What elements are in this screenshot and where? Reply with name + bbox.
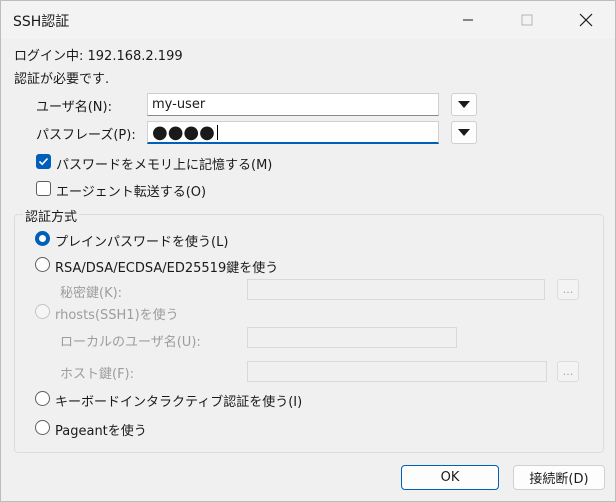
public-key-radio[interactable] <box>35 257 50 272</box>
ssh-auth-dialog: SSH認証 ログイン中: 192.168.2.199 認証が必要です. ユーザ名… <box>0 0 616 502</box>
triangle-down-icon <box>458 100 470 108</box>
keyboard-interactive-label[interactable]: キーボードインタラクティブ認証を使う(I) <box>55 391 302 410</box>
close-button[interactable] <box>563 1 609 39</box>
plain-password-radio[interactable] <box>35 231 50 246</box>
pageant-radio[interactable] <box>35 420 50 435</box>
auth-method-group-label: 認証方式 <box>23 206 80 225</box>
checkmark-icon <box>38 157 49 166</box>
username-label: ユーザ名(N): <box>36 100 112 115</box>
remember-password-checkbox[interactable] <box>36 154 51 169</box>
local-user-input <box>247 327 457 348</box>
rhosts-radio <box>35 304 50 319</box>
private-key-browse-button: ... <box>557 279 579 300</box>
rhosts-label: rhosts(SSH1)を使う <box>55 308 179 323</box>
title-bar: SSH認証 <box>1 1 615 39</box>
public-key-label[interactable]: RSA/DSA/ECDSA/ED25519鍵を使う <box>55 257 278 276</box>
passphrase-history-dropdown[interactable] <box>451 121 477 144</box>
login-status: ログイン中: 192.168.2.199 <box>14 49 183 64</box>
maximize-button <box>504 1 550 39</box>
private-key-label: 秘密鍵(K): <box>60 286 123 301</box>
local-user-label: ローカルのユーザ名(U): <box>60 335 201 350</box>
plain-password-label[interactable]: プレインパスワードを使う(L) <box>55 231 228 250</box>
passphrase-input[interactable]: ●●●● <box>147 121 439 144</box>
minimize-icon <box>463 19 473 21</box>
host-key-label: ホスト鍵(F): <box>60 367 135 382</box>
triangle-down-icon <box>458 128 470 136</box>
host-key-browse-button: ... <box>557 361 579 382</box>
keyboard-interactive-radio[interactable] <box>35 391 50 406</box>
passphrase-masked-value: ●●●● <box>152 122 215 143</box>
minimize-button[interactable] <box>445 1 491 39</box>
remember-password-label[interactable]: パスワードをメモリ上に記憶する(M) <box>56 154 272 173</box>
pageant-label[interactable]: Pageantを使う <box>55 420 147 439</box>
username-history-dropdown[interactable] <box>451 93 477 116</box>
host-key-input <box>247 361 547 382</box>
auth-required-text: 認証が必要です. <box>14 72 110 87</box>
text-cursor <box>216 125 218 140</box>
agent-forwarding-checkbox[interactable] <box>36 181 51 196</box>
close-icon <box>579 13 593 27</box>
passphrase-label: パスフレーズ(P): <box>36 128 136 143</box>
private-key-input <box>247 279 545 300</box>
disconnect-button[interactable]: 接続断(D) <box>513 465 605 490</box>
agent-forwarding-label[interactable]: エージェント転送する(O) <box>56 181 206 200</box>
ok-button[interactable]: OK <box>401 465 499 490</box>
username-input[interactable]: my-user <box>147 93 439 116</box>
window-title: SSH認証 <box>13 14 70 30</box>
maximize-icon <box>521 14 533 26</box>
